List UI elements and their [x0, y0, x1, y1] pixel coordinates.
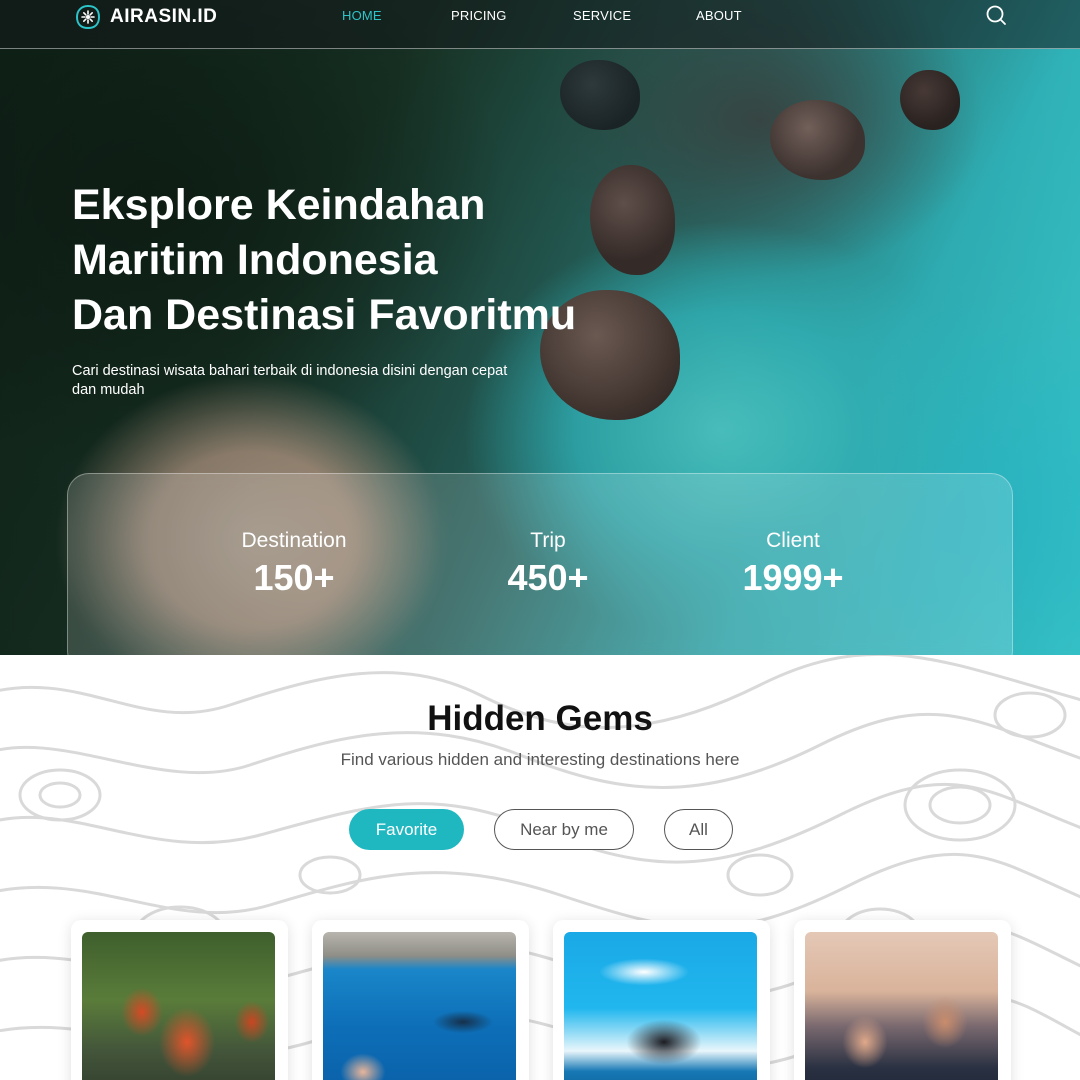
- nav-about[interactable]: ABOUT: [696, 8, 742, 23]
- search-icon[interactable]: [985, 4, 1007, 26]
- hero-title-line: Maritim Indonesia: [72, 236, 438, 284]
- nav-home[interactable]: HOME: [342, 8, 382, 23]
- stat-destination: Destination 150+: [194, 529, 394, 599]
- stat-label: Trip: [530, 529, 566, 552]
- stat-trip: Trip 450+: [448, 529, 648, 599]
- filter-near-by-me-button[interactable]: Near by me: [494, 809, 634, 850]
- destination-card[interactable]: [312, 920, 529, 1080]
- destination-card[interactable]: [71, 920, 288, 1080]
- filter-all-button[interactable]: All: [664, 809, 733, 850]
- hero-title-line: Eksplore Keindahan: [72, 181, 486, 229]
- brand-logo[interactable]: AIRASIN.ID: [74, 3, 217, 31]
- stat-label: Client: [766, 529, 820, 552]
- brand-name: AIRASIN.ID: [110, 6, 218, 27]
- card-image: [805, 932, 998, 1080]
- nav-pricing[interactable]: PRICING: [451, 8, 507, 23]
- hero-title: Eksplore Keindahan Maritim Indonesia Dan…: [72, 178, 632, 343]
- hero-subtitle: Cari destinasi wisata bahari terbaik di …: [72, 363, 508, 398]
- card-image: [323, 932, 516, 1080]
- leaf-logo-icon: [75, 4, 101, 30]
- nav-service[interactable]: SERVICE: [573, 8, 631, 23]
- destination-card[interactable]: [553, 920, 770, 1080]
- section-subtitle: Find various hidden and interesting dest…: [340, 750, 740, 769]
- hero-title-line: Dan Destinasi Favoritmu: [72, 291, 577, 339]
- stat-value: 150+: [253, 557, 335, 598]
- top-navbar: AIRASIN.ID HOME PRICING SERVICE ABOUT: [0, 0, 1080, 49]
- hero-section: Eksplore Keindahan Maritim Indonesia Dan…: [0, 0, 1080, 655]
- section-title: Hidden Gems: [427, 699, 653, 738]
- card-image: [82, 932, 275, 1080]
- stat-label: Destination: [241, 529, 347, 552]
- hidden-gems-section: Hidden Gems Find various hidden and inte…: [0, 655, 1080, 1080]
- stats-panel: Destination 150+ Trip 450+ Client 1999+: [67, 473, 1013, 655]
- stat-value: 450+: [507, 557, 589, 598]
- stat-value: 1999+: [742, 557, 844, 598]
- filter-favorite-button[interactable]: Favorite: [349, 809, 464, 850]
- card-image: [564, 932, 757, 1080]
- destination-card[interactable]: [794, 920, 1011, 1080]
- stat-client: Client 1999+: [693, 529, 893, 599]
